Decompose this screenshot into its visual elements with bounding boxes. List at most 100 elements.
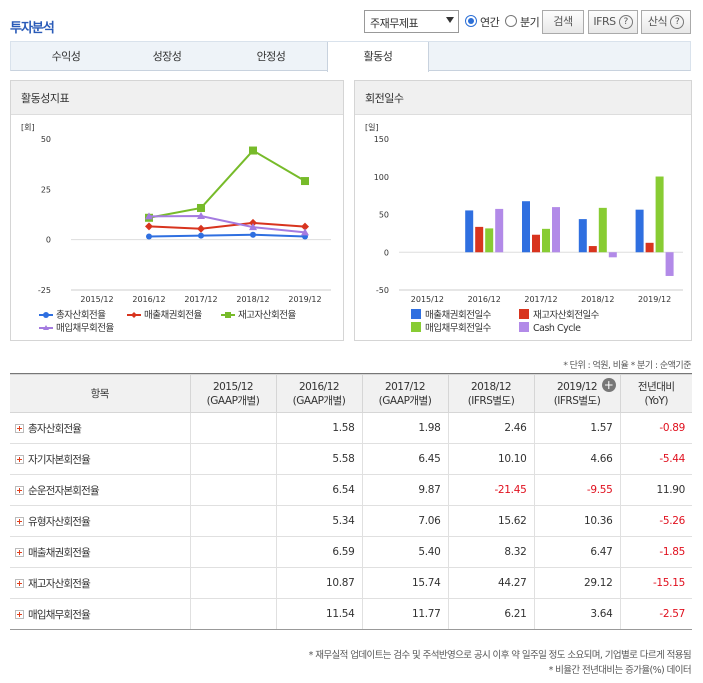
header-year: 2017/12: [384, 380, 426, 393]
expand-row-icon[interactable]: [15, 610, 24, 619]
expand-row-icon[interactable]: [15, 424, 24, 433]
header-col-2015: 2015/12 (GAAP개별): [189, 374, 277, 413]
row-label: 유형자산회전율: [28, 515, 91, 528]
ifrs-button-label: IFRS: [593, 15, 616, 28]
table-cell: 15.74: [361, 567, 449, 599]
table-cell: 5.34: [275, 505, 363, 537]
series-line: [148, 149, 306, 219]
table-row: 순운전자본회전율 6.54 9.87 -21.45 -9.55 11.90: [10, 474, 692, 506]
data-point: [250, 231, 256, 238]
radio-quarter-label[interactable]: 분기: [520, 14, 540, 30]
ifrs-button[interactable]: IFRS?: [588, 10, 638, 34]
table-cell: 6.21: [447, 598, 535, 630]
radio-quarter[interactable]: [505, 15, 517, 27]
formula-button[interactable]: 산식?: [641, 10, 691, 34]
expand-columns-icon[interactable]: +: [601, 378, 616, 392]
row-name[interactable]: 자기자본회전율: [10, 443, 191, 475]
activity-ratio-panel: 활동성지표 [회] -25 0 25 50 2015/12 2016/12 2017/12 20…: [10, 80, 344, 341]
table-cell: 6.47: [533, 536, 621, 568]
table-cell: 29.12: [533, 567, 621, 599]
y-tick-label: 50: [379, 211, 389, 220]
legend-swatch: [411, 309, 421, 319]
tab-profitability[interactable]: 수익성: [15, 42, 117, 71]
radio-annual-label[interactable]: 연간: [480, 14, 500, 30]
legend-marker: [225, 312, 231, 318]
expand-row-icon[interactable]: [15, 517, 24, 526]
radio-annual[interactable]: [465, 15, 477, 27]
yoy-cell: -1.85: [619, 536, 692, 568]
x-tick-label: 2019/12: [288, 295, 321, 304]
table-cell: 6.54: [275, 474, 363, 506]
header-year: 2016/12: [298, 380, 340, 393]
table-row: 총자산회전율 1.58 1.98 2.46 1.57 -0.89: [10, 412, 692, 444]
tab-activity[interactable]: 활동성: [327, 42, 429, 72]
x-tick-label: 2016/12: [468, 295, 501, 304]
bar: [578, 219, 587, 253]
activity-ratio-chart: [회] -25 0 25 50 2015/12 2016/12 2017/12 2018/12 2…: [21, 123, 331, 334]
tab-growth[interactable]: 성장성: [116, 42, 218, 71]
search-button[interactable]: 검색: [542, 10, 584, 34]
bar: [645, 242, 654, 253]
legend-marker: [131, 312, 137, 318]
y-tick-label: -25: [38, 286, 51, 295]
header-col-2018: 2018/12 (IFRS별도): [447, 374, 535, 413]
table-cell: [189, 443, 277, 475]
row-name[interactable]: 매출채권회전율: [10, 536, 191, 568]
row-name[interactable]: 총자산회전율: [10, 412, 191, 444]
row-name[interactable]: 순운전자본회전율: [10, 474, 191, 506]
table-cell: [189, 474, 277, 506]
header-basis: (GAAP개별): [292, 394, 346, 407]
x-tick-label: 2016/12: [132, 295, 165, 304]
expand-row-icon[interactable]: [15, 579, 24, 588]
x-tick-label: 2017/12: [184, 295, 217, 304]
bar: [495, 208, 504, 253]
header-yoy-sub: (YoY): [644, 394, 669, 407]
row-label: 자기자본회전율: [28, 453, 91, 466]
legend-label: 재고자산회전일수: [533, 310, 600, 321]
table-bottom-rule: [10, 629, 692, 630]
yoy-cell: -5.26: [619, 505, 692, 537]
table-cell: 3.64: [533, 598, 621, 630]
row-label: 재고자산회전율: [28, 577, 91, 590]
y-tick-label: 0: [384, 248, 389, 257]
bar: [522, 201, 530, 253]
bar: [588, 246, 597, 253]
y-axis-label: [회]: [21, 123, 35, 132]
bar: [665, 252, 674, 276]
tab-stability[interactable]: 안정성: [220, 42, 322, 71]
legend-label: 재고자산회전율: [238, 310, 296, 321]
page-title: 투자분석: [10, 21, 55, 36]
yoy-cell: -2.57: [619, 598, 692, 630]
table-cell: 15.62: [447, 505, 535, 537]
expand-row-icon[interactable]: [15, 486, 24, 495]
legend-marker: [43, 312, 49, 318]
table-cell: 5.58: [275, 443, 363, 475]
turnover-days-chart: [일] -50 0 50 100 150 2015/12 2016/12 2017/12 2018…: [365, 123, 683, 334]
header-year: 2015/12: [212, 380, 254, 393]
footnote-yoy: * 비율간 전년대비는 증가율(%) 데이터: [548, 665, 692, 676]
legend-label: 총자산회전율: [56, 310, 106, 321]
table-cell: 10.87: [275, 567, 363, 599]
expand-row-icon[interactable]: [15, 455, 24, 464]
expand-row-icon[interactable]: [15, 548, 24, 557]
table-cell: 6.59: [275, 536, 363, 568]
bar: [635, 209, 644, 253]
help-icon: ?: [670, 15, 685, 29]
bar: [475, 226, 484, 253]
table-cell: 5.40: [361, 536, 449, 568]
y-tick-label: 100: [374, 173, 389, 182]
row-name[interactable]: 유형자산회전율: [10, 505, 191, 537]
x-tick-label: 2019/12: [638, 295, 671, 304]
table-cell: 11.77: [361, 598, 449, 630]
data-point: [249, 146, 257, 155]
row-name[interactable]: 재고자산회전율: [10, 567, 191, 599]
header-col-2016: 2016/12 (GAAP개별): [275, 374, 363, 413]
table-cell: -21.45: [447, 474, 535, 506]
report-type-select[interactable]: 주재무제표: [364, 10, 459, 33]
row-name[interactable]: 매입채무회전율: [10, 598, 191, 630]
bar: [542, 228, 550, 253]
chevron-down-icon: [446, 17, 454, 23]
table-cell: [189, 412, 277, 444]
legend-swatch: [519, 322, 529, 332]
table-row: 자기자본회전율 5.58 6.45 10.10 4.66 -5.44: [10, 443, 692, 475]
